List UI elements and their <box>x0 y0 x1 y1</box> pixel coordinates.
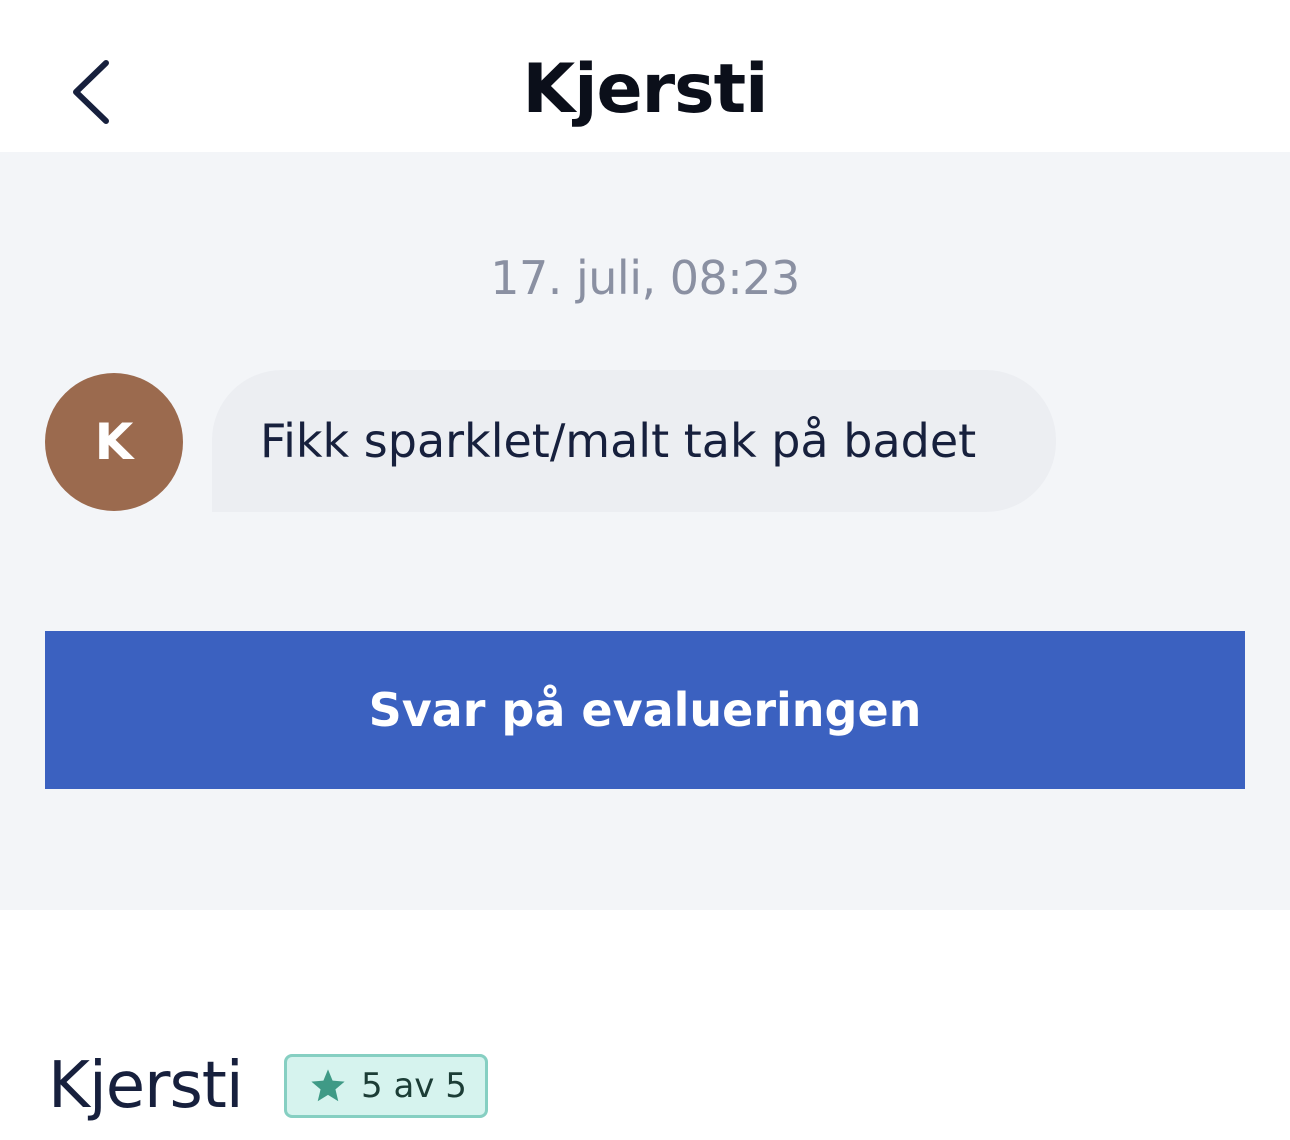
avatar: K <box>45 373 183 511</box>
reviewer-name: Kjersti <box>48 1049 244 1123</box>
top-bar: Kjersti <box>0 0 1290 152</box>
star-icon <box>311 1069 345 1102</box>
avatar-initial: K <box>94 413 134 471</box>
message-timestamp: 17. juli, 08:23 <box>490 251 800 305</box>
reply-button-label: Svar på evalueringen <box>368 683 922 737</box>
message-thread: 17. juli, 08:23 K Fikk sparklet/malt tak… <box>0 152 1290 910</box>
message-bubble: Fikk sparklet/malt tak på badet <box>212 370 1056 512</box>
rating-text: 5 av 5 <box>361 1066 467 1106</box>
rating-badge: 5 av 5 <box>284 1054 488 1118</box>
reply-to-review-button[interactable]: Svar på evalueringen <box>45 631 1245 789</box>
message-text: Fikk sparklet/malt tak på badet <box>260 414 977 468</box>
page-title: Kjersti <box>522 50 769 129</box>
